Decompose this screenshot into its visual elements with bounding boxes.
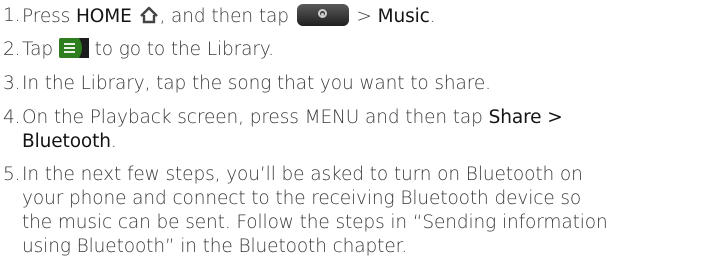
step-text: Tap to go to the Library.	[22, 38, 274, 60]
instruction-list: 1. Press HOME , and then tap > Music. 2.…	[0, 0, 704, 263]
music-label: Music	[377, 6, 430, 27]
step-text: In the Library, tap the song that you wa…	[22, 73, 491, 94]
step-text: In the next few steps, you’ll be asked t…	[22, 164, 608, 257]
step-4: 4. On the Playback screen, press MENU an…	[0, 106, 690, 154]
home-key-label: HOME	[75, 6, 132, 27]
step-number: 1.	[3, 5, 21, 26]
menu-key-label: MENU	[304, 107, 360, 128]
all-apps-button-icon	[296, 4, 349, 26]
step-2: 2. Tap to go to the Library.	[0, 38, 690, 62]
step-number: 3.	[3, 73, 21, 94]
step-1: 1. Press HOME , and then tap > Music.	[0, 4, 690, 29]
step-5: 5. In the next few steps, you’ll be aske…	[0, 163, 690, 259]
step-number: 4.	[3, 107, 21, 128]
home-icon	[139, 6, 158, 24]
bluetooth-label: Bluetooth	[22, 131, 111, 152]
step-number: 2.	[3, 39, 21, 60]
step-text: Press HOME , and then tap > Music.	[22, 4, 436, 27]
library-tab-icon	[58, 38, 89, 58]
step-text: On the Playback screen, press MENU and t…	[22, 107, 563, 152]
step-number: 5.	[3, 164, 21, 185]
step-3: 3. In the Library, tap the song that you…	[0, 72, 690, 96]
share-label: Share >	[488, 107, 563, 128]
